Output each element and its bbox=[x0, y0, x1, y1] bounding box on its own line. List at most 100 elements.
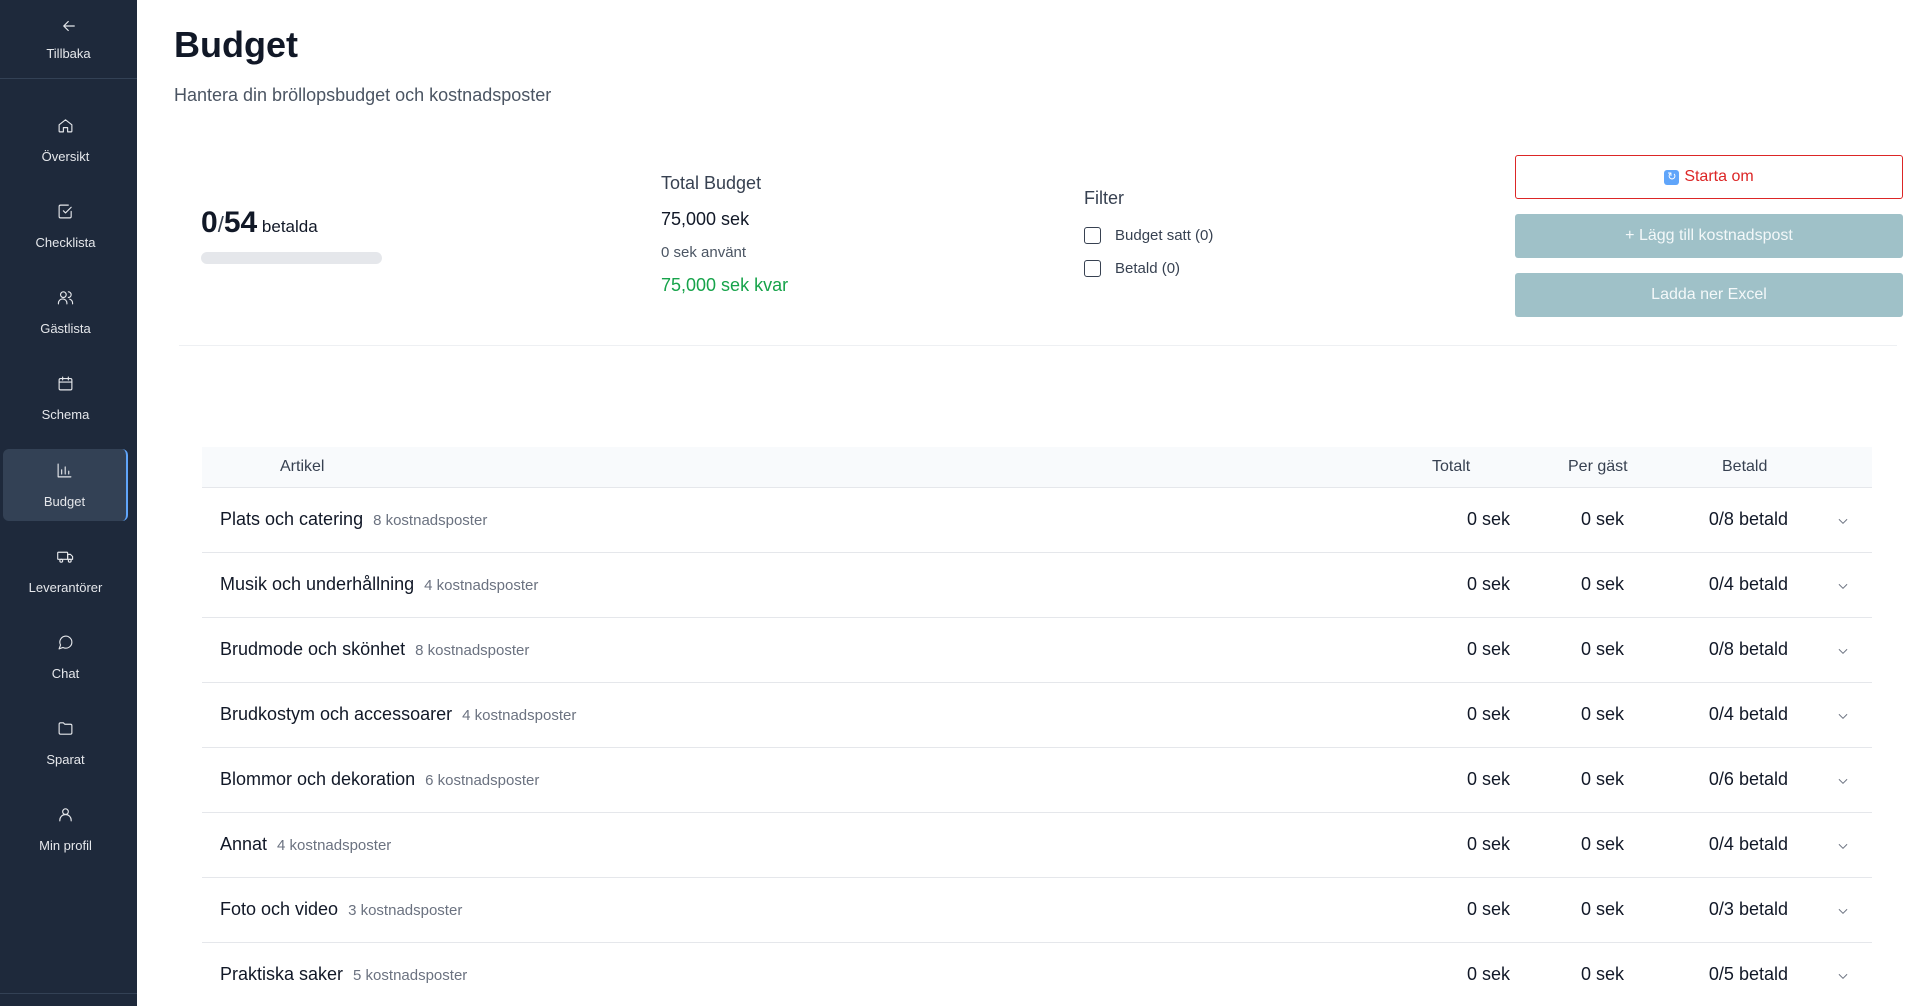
table-row[interactable]: Brudmode och skönhet 8 kostnadsposter 0 s… bbox=[202, 618, 1872, 683]
row-paid: 0/8 betald bbox=[1708, 639, 1788, 659]
row-per-guest: 0 sek bbox=[1580, 834, 1624, 854]
table-row[interactable]: Foto och video 3 kostnadsposter 0 sek 0 s… bbox=[202, 878, 1872, 943]
row-total: 0 sek bbox=[1466, 574, 1510, 594]
table-row[interactable]: Brudkostym och accessoarer 4 kostnadspost… bbox=[202, 683, 1872, 748]
filter-option-label: Budget satt (0) bbox=[1115, 227, 1214, 244]
restart-label: Starta om bbox=[1684, 168, 1754, 185]
row-paid: 0/8 betald bbox=[1708, 509, 1788, 529]
category-count: 8 kostnadsposter bbox=[415, 642, 530, 659]
category-title: Brudkostym och accessoarer bbox=[220, 704, 453, 724]
row-total: 0 sek bbox=[1466, 769, 1510, 789]
add-cost-item-button[interactable]: + Lägg till kostnadspost bbox=[1515, 214, 1903, 258]
table-header: Artikel Totalt Per gäst Betald bbox=[202, 447, 1872, 488]
paid-count: 0 bbox=[201, 206, 218, 239]
row-per-guest: 0 sek bbox=[1580, 704, 1624, 724]
budget-used: 0 sek använt bbox=[661, 244, 747, 261]
category-title: Blommor och dekoration bbox=[220, 769, 416, 789]
row-total: 0 sek bbox=[1466, 834, 1510, 854]
sidebar-item-schema[interactable]: Schema bbox=[3, 362, 128, 434]
category-name: Brudmode och skönhet 8 kostnadsposter bbox=[220, 639, 529, 660]
restart-button[interactable]: ↻ Starta om bbox=[1515, 155, 1903, 199]
category-count: 6 kostnadsposter bbox=[425, 772, 540, 789]
total-budget-heading: Total Budget bbox=[661, 173, 762, 193]
sidebar-item-chat[interactable]: Chat bbox=[3, 621, 128, 693]
category-name: Musik och underhållning 4 kostnadsposter bbox=[220, 574, 538, 595]
chevron-down-icon[interactable] bbox=[1836, 709, 1850, 723]
page-title: Budget bbox=[174, 24, 298, 65]
total-budget: Total Budget 75,000 sek 0 sek använt 75,… bbox=[661, 173, 788, 296]
filter-paid[interactable]: Betald (0) bbox=[1084, 260, 1213, 277]
budget-summary: 0/54 betalda Total Budget 75,000 sek 0 s… bbox=[179, 140, 1903, 346]
row-total: 0 sek bbox=[1466, 964, 1510, 984]
arrow-left-icon bbox=[60, 17, 78, 40]
row-total: 0 sek bbox=[1466, 704, 1510, 724]
progress-bar bbox=[201, 252, 382, 264]
column-header-per-guest: Per gäst bbox=[1568, 458, 1628, 475]
row-per-guest: 0 sek bbox=[1580, 574, 1624, 594]
row-per-guest: 0 sek bbox=[1580, 639, 1624, 659]
row-paid: 0/4 betald bbox=[1708, 704, 1788, 724]
sidebar-item-checklista[interactable]: Checklista bbox=[3, 190, 128, 262]
category-name: Blommor och dekoration 6 kostnadsposter bbox=[220, 769, 539, 790]
chevron-down-icon[interactable] bbox=[1836, 774, 1850, 788]
payment-progress-text: 0/54 betalda bbox=[201, 206, 382, 240]
category-title: Praktiska saker bbox=[220, 964, 344, 984]
category-title: Foto och video bbox=[220, 899, 339, 919]
back-button[interactable]: Tillbaka bbox=[0, 0, 137, 79]
table-row[interactable]: Musik och underhållning 4 kostnadsposter … bbox=[202, 553, 1872, 618]
row-per-guest: 0 sek bbox=[1580, 769, 1624, 789]
sidebar-item-sparat[interactable]: Sparat bbox=[3, 707, 128, 779]
row-total: 0 sek bbox=[1466, 639, 1510, 659]
chevron-down-icon[interactable] bbox=[1836, 969, 1850, 983]
filter-panel: Filter Budget satt (0) Betald (0) bbox=[1084, 188, 1213, 277]
page-subtitle: Hantera din bröllopsbudget och kostnadsp… bbox=[174, 85, 552, 105]
row-paid: 0/4 betald bbox=[1708, 574, 1788, 594]
row-per-guest: 0 sek bbox=[1580, 964, 1624, 984]
row-per-guest: 0 sek bbox=[1580, 899, 1624, 919]
column-header-article: Artikel bbox=[280, 458, 325, 475]
download-excel-button[interactable]: Ladda ner Excel bbox=[1515, 273, 1903, 317]
budget-remaining: 75,000 sek kvar bbox=[661, 275, 789, 295]
budget-set-checkbox[interactable] bbox=[1084, 227, 1101, 244]
paid-label: betalda bbox=[261, 217, 318, 236]
category-name: Plats och catering 8 kostnadsposter bbox=[220, 509, 487, 530]
row-paid: 0/5 betald bbox=[1708, 964, 1788, 984]
row-total: 0 sek bbox=[1466, 899, 1510, 919]
chevron-down-icon[interactable] bbox=[1836, 644, 1850, 658]
chevron-down-icon[interactable] bbox=[1836, 904, 1850, 918]
chevron-down-icon[interactable] bbox=[1836, 839, 1850, 853]
budget-table: Artikel Totalt Per gäst Betald Plats och… bbox=[202, 447, 1872, 1006]
action-buttons: ↻ Starta om + Lägg till kostnadspost Lad… bbox=[1515, 155, 1903, 317]
table-row[interactable]: Praktiska saker 5 kostnadsposter 0 sek 0 … bbox=[202, 943, 1872, 1006]
category-title: Brudmode och skönhet bbox=[220, 639, 406, 659]
filter-budget-set[interactable]: Budget satt (0) bbox=[1084, 227, 1213, 244]
sidebar-item-min-profil[interactable]: Min profil bbox=[3, 793, 128, 865]
sidebar-item-budget[interactable]: Budget bbox=[3, 449, 128, 521]
table-row[interactable]: Annat 4 kostnadsposter 0 sek 0 sek 0/4 be… bbox=[202, 813, 1872, 878]
filter-heading: Filter bbox=[1084, 188, 1124, 208]
category-name: Praktiska saker 5 kostnadsposter bbox=[220, 964, 467, 985]
category-count: 4 kostnadsposter bbox=[277, 837, 392, 854]
main-content: Budget Hantera din bröllopsbudget och ko… bbox=[137, 0, 1920, 1006]
table-row[interactable]: Plats och catering 8 kostnadsposter 0 sek… bbox=[202, 488, 1872, 553]
sidebar-item-label: Min profil bbox=[39, 837, 92, 853]
category-count: 4 kostnadsposter bbox=[424, 577, 539, 594]
total-count: 54 bbox=[223, 206, 258, 239]
category-count: 8 kostnadsposter bbox=[373, 512, 488, 529]
row-paid: 0/4 betald bbox=[1708, 834, 1788, 854]
sidebar-item-oversikt[interactable]: Översikt bbox=[3, 104, 128, 176]
refresh-icon: ↻ bbox=[1664, 169, 1680, 185]
category-count: 5 kostnadsposter bbox=[353, 967, 468, 984]
column-header-paid: Betald bbox=[1722, 458, 1768, 475]
table-row[interactable]: Blommor och dekoration 6 kostnadsposter 0… bbox=[202, 748, 1872, 813]
category-name: Annat 4 kostnadsposter bbox=[220, 834, 391, 855]
category-name: Brudkostym och accessoarer 4 kostnadspost… bbox=[220, 704, 576, 725]
paid-checkbox[interactable] bbox=[1084, 260, 1101, 277]
sidebar-item-label: Sparat bbox=[46, 751, 85, 767]
sidebar-item-leverantorer[interactable]: Leverantörer bbox=[3, 535, 128, 607]
chevron-down-icon[interactable] bbox=[1836, 579, 1850, 593]
sidebar-divider bbox=[0, 993, 137, 994]
sidebar-item-gastlista[interactable]: Gästlista bbox=[3, 276, 128, 348]
chevron-down-icon[interactable] bbox=[1836, 514, 1850, 528]
sidebar-item-label: Schema bbox=[41, 406, 90, 422]
